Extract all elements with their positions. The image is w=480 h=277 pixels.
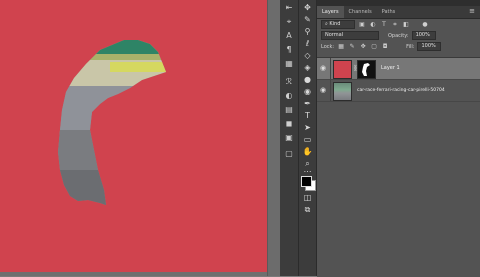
divider — [330, 80, 331, 101]
filter-row: ⌕ Kind ▣ ◐ T ⌗ ◧ ● — [317, 19, 480, 30]
shape-filter-icon[interactable]: ⌗ — [391, 21, 399, 28]
fill-value: 100% — [421, 43, 436, 49]
visibility-eye-icon[interactable]: ◉ — [320, 87, 327, 94]
eraser-tool-icon[interactable]: ◇ — [301, 50, 314, 61]
lock-artboard-icon[interactable]: ▢ — [370, 43, 378, 50]
blend-mode-select[interactable]: Normal — [321, 31, 379, 40]
pixel-filter-icon[interactable]: ▣ — [358, 21, 366, 28]
lock-position-icon[interactable]: ✥ — [359, 43, 367, 50]
divider — [330, 58, 331, 79]
fill-label: Fill: — [406, 43, 415, 50]
lasso-tool-icon[interactable]: ℓ — [301, 38, 314, 49]
visibility-eye-icon[interactable]: ◉ — [320, 65, 327, 72]
filter-toggle-icon[interactable]: ● — [421, 21, 429, 28]
layers-list: ◉ ⛓ Layer 1 ◉ car-race-ferrari-racing-ca… — [317, 57, 480, 277]
canvas-area[interactable] — [0, 0, 280, 276]
fill-field[interactable]: 100% — [417, 42, 442, 51]
type-filter-icon[interactable]: T — [380, 21, 388, 28]
character-icon[interactable]: A — [283, 30, 295, 42]
filter-kind-select[interactable]: ⌕ Kind — [321, 20, 355, 29]
move-tool-icon[interactable]: ✥ — [301, 2, 314, 13]
dodge-tool-icon[interactable]: ◉ — [301, 86, 314, 97]
opacity-field[interactable]: 100% — [411, 31, 436, 40]
layers-panel: Layers Channels Paths ≡ ⌕ Kind ▣ ◐ T ⌗ ◧… — [317, 0, 480, 277]
tools-toolbar: ✥ ✎ ⚲ ℓ ◇ ◈ ● ◉ ✒ T ➤ ▭ ✋ ⌕ ⋯ ◫ ⧉ — [299, 0, 317, 276]
lock-label: Lock: — [321, 43, 335, 50]
paint-bucket-tool-icon[interactable]: ◈ — [301, 62, 314, 73]
layer-row-layer-1[interactable]: ◉ ⛓ Layer 1 — [317, 58, 480, 80]
panel-tabs: Layers Channels Paths ≡ — [317, 6, 480, 19]
lock-transparent-icon[interactable]: ▦ — [337, 43, 345, 50]
canvas-vertical-scrollbar[interactable] — [267, 0, 280, 276]
lock-row: Lock: ▦ ✎ ✥ ▢ ◘ Fill: 100% — [317, 41, 480, 52]
pen-tool-icon[interactable]: ✒ — [301, 98, 314, 109]
layer-name[interactable]: Layer 1 — [381, 65, 400, 72]
tab-layers[interactable]: Layers — [317, 6, 344, 18]
collapsed-panels-dock: ⇤ ⌖ A ¶ ▦ ℛ ◐ ▤ ◼ ▣ ▢ — [280, 0, 299, 276]
blend-row: Normal Opacity: 100% — [317, 30, 480, 41]
smart-object-filter-icon[interactable]: ◧ — [402, 21, 410, 28]
mask-shape-icon — [362, 63, 370, 76]
adjustment-filter-icon[interactable]: ◐ — [369, 21, 377, 28]
panel-menu-icon[interactable]: ≡ — [469, 8, 475, 15]
tab-paths[interactable]: Paths — [377, 6, 401, 18]
libraries-icon[interactable]: ▣ — [283, 132, 295, 144]
screen-mode-icon[interactable]: ⧉ — [301, 204, 314, 215]
blur-tool-icon[interactable]: ● — [301, 74, 314, 85]
brush-tool-icon[interactable]: ✎ — [301, 14, 314, 25]
clone-stamp-tool-icon[interactable]: ⚲ — [301, 26, 314, 37]
path-select-tool-icon[interactable]: ➤ — [301, 122, 314, 133]
navigator-icon[interactable]: ▢ — [283, 148, 295, 160]
filter-kind-value: Kind — [329, 21, 341, 27]
layer-thumbnail[interactable] — [333, 82, 352, 101]
styles-icon[interactable]: ℛ — [283, 76, 295, 88]
glyphs-icon[interactable]: ▦ — [283, 58, 295, 70]
properties-icon[interactable]: ⇤ — [283, 2, 295, 14]
layer-thumbnail[interactable] — [333, 60, 352, 79]
quick-mask-icon[interactable]: ◫ — [301, 192, 314, 203]
adjustments-icon[interactable]: ◐ — [283, 90, 295, 102]
layer-mask-thumbnail[interactable] — [357, 60, 376, 79]
lock-pixels-icon[interactable]: ✎ — [348, 43, 356, 50]
layer-name[interactable]: car-race-ferrari-racing-car-pirelli-5070… — [357, 87, 445, 94]
revealed-photo-region — [58, 40, 166, 205]
rectangle-tool-icon[interactable]: ▭ — [301, 134, 314, 145]
blend-mode-value: Normal — [325, 32, 344, 38]
color-icon[interactable]: ◼ — [283, 118, 295, 130]
foreground-color-swatch[interactable] — [301, 176, 312, 187]
hand-tool-icon[interactable]: ✋ — [301, 146, 314, 157]
paragraph-icon[interactable]: ¶ — [283, 44, 295, 56]
layer-row-background-photo[interactable]: ◉ car-race-ferrari-racing-car-pirelli-50… — [317, 80, 480, 102]
lock-all-icon[interactable]: ◘ — [381, 43, 389, 50]
tab-channels[interactable]: Channels — [344, 6, 377, 18]
brush-settings-icon[interactable]: ⌖ — [283, 16, 295, 28]
type-tool-icon[interactable]: T — [301, 110, 314, 121]
opacity-value: 100% — [415, 32, 430, 38]
opacity-label: Opacity: — [388, 32, 409, 39]
document-canvas[interactable] — [0, 0, 268, 272]
swatches-icon[interactable]: ▤ — [283, 104, 295, 116]
